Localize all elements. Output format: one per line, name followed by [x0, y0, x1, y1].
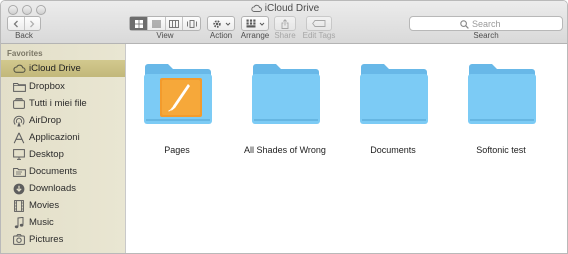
action-label: Action — [209, 31, 233, 40]
list-view-button[interactable] — [147, 17, 165, 30]
file-name: Pages — [164, 145, 190, 155]
sidebar-item-dropbox[interactable]: Dropbox — [1, 78, 125, 95]
pictures-icon — [12, 233, 26, 247]
folder-icon — [360, 64, 428, 124]
folder-icon — [252, 64, 320, 124]
documents-icon — [12, 165, 26, 179]
finder-window: iCloud Drive Back View Action Arrange Sh… — [0, 0, 568, 254]
chevron-left-icon — [13, 20, 18, 27]
chevron-right-icon — [30, 20, 35, 27]
arrange-button[interactable] — [241, 16, 269, 31]
sidebar: Favorites iCloud Drive Dropbox Tutti i m… — [1, 44, 126, 253]
search-icon — [460, 20, 469, 29]
folder-icon — [468, 64, 536, 124]
music-icon — [12, 216, 26, 230]
file-browser: Pages All Shades of Wrong Documents Soft… — [127, 44, 567, 253]
icon-view-button[interactable] — [130, 17, 148, 30]
file-name: All Shades of Wrong — [244, 145, 326, 155]
search-input[interactable] — [472, 18, 560, 29]
file-item[interactable]: All Shades of Wrong — [235, 62, 335, 162]
icon-grid-icon — [134, 19, 143, 28]
edit-tags-label: Edit Tags — [302, 31, 336, 40]
chevron-down-icon — [259, 22, 264, 26]
cover-flow-view-button[interactable] — [182, 17, 200, 30]
applications-icon — [12, 131, 26, 145]
sidebar-item-desktop[interactable]: Desktop — [1, 146, 125, 163]
toolbar: iCloud Drive Back View Action Arrange Sh… — [1, 1, 567, 44]
file-item[interactable]: Pages — [127, 62, 227, 162]
share-button[interactable] — [274, 16, 296, 31]
downloads-icon — [12, 182, 26, 196]
chevron-down-icon — [225, 22, 230, 26]
gear-icon — [212, 19, 221, 28]
folder-icon — [12, 80, 26, 94]
arrange-grid-icon — [246, 19, 255, 28]
cloud-icon — [12, 62, 26, 76]
search-field[interactable] — [409, 16, 563, 31]
cover-flow-icon — [186, 19, 197, 28]
view-mode-control — [129, 16, 201, 31]
sidebar-item-downloads[interactable]: Downloads — [1, 180, 125, 197]
sidebar-item-airdrop[interactable]: AirDrop — [1, 112, 125, 129]
back-button[interactable] — [8, 17, 24, 30]
file-name: Softonic test — [476, 145, 526, 155]
view-label: View — [156, 31, 174, 40]
file-item[interactable]: Documents — [343, 62, 443, 162]
sidebar-item-all-files[interactable]: Tutti i miei file — [1, 95, 125, 112]
action-button[interactable] — [207, 16, 235, 31]
window-title: iCloud Drive — [1, 3, 567, 14]
sidebar-item-pictures[interactable]: Pictures — [1, 231, 125, 248]
edit-tags-button[interactable] — [306, 16, 332, 31]
sidebar-item-icloud-drive[interactable]: iCloud Drive — [1, 60, 125, 77]
search-label: Search — [473, 31, 499, 40]
share-label: Share — [274, 31, 296, 40]
sidebar-item-applications[interactable]: Applicazioni — [1, 129, 125, 146]
list-icon — [152, 20, 162, 27]
back-forward-control — [7, 16, 41, 31]
airdrop-icon — [12, 114, 26, 128]
all-files-icon — [12, 97, 26, 111]
sidebar-item-music[interactable]: Music — [1, 214, 125, 231]
back-label: Back — [15, 31, 33, 40]
columns-icon — [169, 19, 180, 28]
sidebar-item-documents[interactable]: Documents — [1, 163, 125, 180]
file-item[interactable]: Softonic test — [451, 62, 551, 162]
sidebar-heading: Favorites — [7, 49, 43, 58]
share-icon — [281, 18, 289, 29]
forward-button[interactable] — [23, 17, 40, 30]
cloud-icon — [251, 4, 262, 12]
desktop-icon — [12, 148, 26, 162]
file-name: Documents — [370, 145, 416, 155]
movies-icon — [12, 199, 26, 213]
pages-folder-icon — [144, 64, 212, 124]
sidebar-item-movies[interactable]: Movies — [1, 197, 125, 214]
tag-icon — [312, 20, 326, 27]
column-view-button[interactable] — [164, 17, 183, 30]
